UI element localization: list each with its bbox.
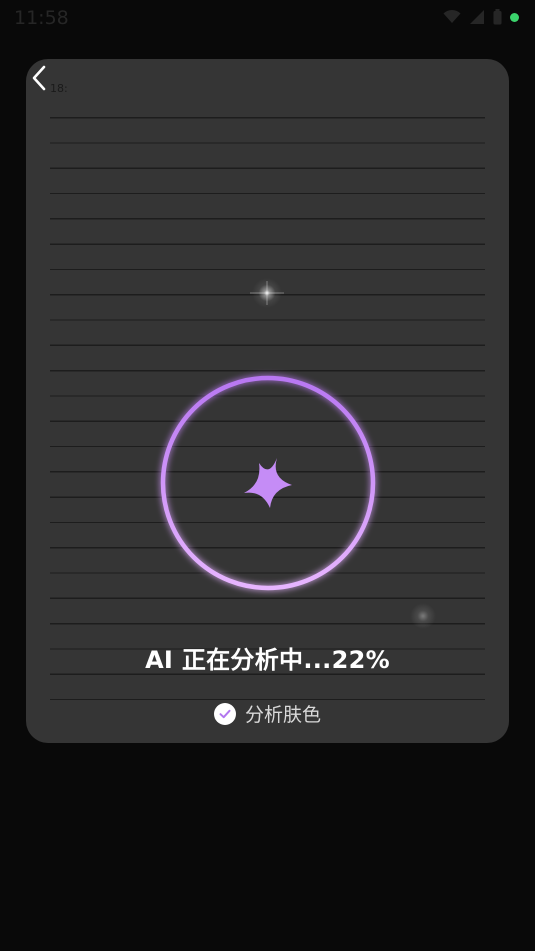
analysis-status-text: AI 正在分析中...22% bbox=[145, 646, 390, 674]
analysis-step-item: 分析肤色 bbox=[26, 700, 509, 727]
status-dot bbox=[510, 12, 519, 22]
battery-icon bbox=[493, 9, 502, 25]
signal-icon bbox=[470, 10, 484, 24]
chevron-left-icon bbox=[32, 65, 46, 91]
back-button[interactable] bbox=[26, 62, 54, 94]
wifi-icon bbox=[443, 9, 461, 23]
status-bar: 11:58 bbox=[0, 0, 535, 36]
status-time: 11:58 bbox=[14, 7, 69, 29]
check-icon bbox=[213, 702, 236, 725]
analysis-step-label: 分析肤色 bbox=[244, 704, 321, 726]
status-icons bbox=[443, 9, 519, 25]
sparkle-star-icon bbox=[244, 458, 292, 508]
progress-ring bbox=[160, 375, 376, 591]
